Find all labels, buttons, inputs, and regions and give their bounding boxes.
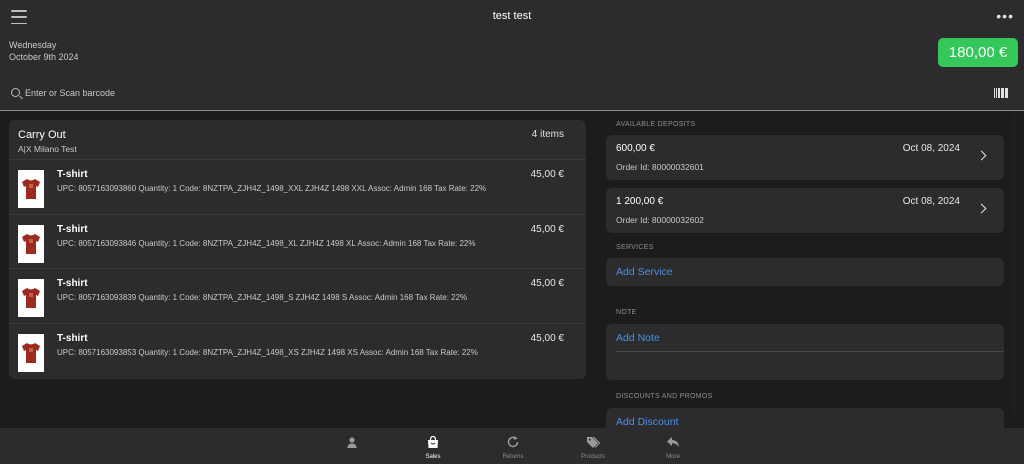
search-bar <box>0 76 1024 111</box>
note-divider <box>616 351 1004 352</box>
tshirt-icon <box>22 342 40 363</box>
cart-store-name: A|X Milano Test <box>18 144 77 154</box>
deposits-label: AVAILABLE DEPOSITS <box>616 121 696 128</box>
deposit-amount: 1 200,00 € <box>616 196 664 207</box>
add-discount-button[interactable]: Add Discount <box>616 416 678 428</box>
cart-header[interactable]: Carry Out A|X Milano Test 4 items <box>9 120 586 160</box>
tshirt-icon <box>22 233 40 254</box>
cart-item[interactable]: T-shirt UPC: 8057163093853 Quantity: 1 C… <box>9 324 586 379</box>
tags-icon <box>587 436 600 448</box>
cart-item[interactable]: T-shirt UPC: 8057163093860 Quantity: 1 C… <box>9 160 586 215</box>
services-label: SERVICES <box>616 244 654 251</box>
tab-more[interactable]: More <box>648 428 698 464</box>
item-name: T-shirt <box>57 223 88 235</box>
date-weekday: Wednesday <box>9 40 57 50</box>
tab-label: Sales <box>425 454 441 460</box>
tab-returns[interactable]: Returns <box>488 428 538 464</box>
deposit-date: Oct 08, 2024 <box>902 196 960 207</box>
tab-products[interactable]: Products <box>568 428 618 464</box>
cart-item-count: 4 items <box>531 129 564 140</box>
search-icon <box>11 88 20 97</box>
item-details: UPC: 8057163093846 Quantity: 1 Code: 8NZ… <box>57 238 476 248</box>
shopping-bag-icon <box>428 435 438 448</box>
customer-icon <box>347 437 357 448</box>
add-service-card[interactable]: Add Service <box>606 258 1004 286</box>
item-name: T-shirt <box>57 332 88 344</box>
bottom-tab-bar: Sales Returns Products More <box>0 428 1024 464</box>
top-bar: test test ••• Wednesday October 9th 2024… <box>0 0 1024 76</box>
total-button[interactable]: 180,00 € <box>938 38 1018 67</box>
product-thumbnail <box>18 170 44 208</box>
note-card[interactable]: Add Note <box>606 324 1004 380</box>
cart-item[interactable]: T-shirt UPC: 8057163093839 Quantity: 1 C… <box>9 269 586 324</box>
refresh-icon <box>507 436 519 448</box>
more-dots-icon[interactable]: ••• <box>996 9 1014 23</box>
tab-customer[interactable] <box>327 428 377 464</box>
item-details: UPC: 8057163093839 Quantity: 1 Code: 8NZ… <box>57 293 468 302</box>
tshirt-icon <box>22 288 40 308</box>
deposit-card[interactable]: 1 200,00 € Oct 08, 2024 Order Id: 800000… <box>606 188 1004 233</box>
item-price: 45,00 € <box>530 223 564 235</box>
item-details: UPC: 8057163093860 Quantity: 1 Code: 8NZ… <box>57 184 487 193</box>
note-label: NOTE <box>616 309 637 316</box>
deposit-card[interactable]: 600,00 € Oct 08, 2024 Order Id: 80000032… <box>606 135 1004 180</box>
deposit-date: Oct 08, 2024 <box>902 143 960 154</box>
item-price: 45,00 € <box>530 169 564 180</box>
tab-sales[interactable]: Sales <box>408 428 458 464</box>
deposit-amount: 600,00 € <box>616 143 655 154</box>
discounts-label: DISCOUNTS AND PROMOS <box>616 393 713 400</box>
barcode-search-input[interactable] <box>25 85 925 101</box>
product-thumbnail <box>18 224 44 263</box>
product-thumbnail <box>18 279 44 317</box>
cart-panel: Carry Out A|X Milano Test 4 items T-shir… <box>9 120 586 379</box>
chevron-right-icon <box>976 150 987 161</box>
product-thumbnail <box>18 333 44 372</box>
chevron-right-icon <box>976 203 987 214</box>
page-title: test test <box>492 10 532 22</box>
deposit-order-id: Order Id: 80000032601 <box>616 162 704 172</box>
tshirt-icon <box>22 179 40 199</box>
reply-icon <box>667 437 679 447</box>
item-name: T-shirt <box>57 169 88 180</box>
item-price: 45,00 € <box>530 278 564 289</box>
item-price: 45,00 € <box>530 332 564 344</box>
tab-label: Returns <box>502 454 524 460</box>
tab-label: More <box>666 454 680 460</box>
add-service-button[interactable]: Add Service <box>616 266 673 278</box>
date-full: October 9th 2024 <box>9 52 79 62</box>
item-details: UPC: 8057163093853 Quantity: 1 Code: 8NZ… <box>57 347 478 357</box>
cart-item[interactable]: T-shirt UPC: 8057163093846 Quantity: 1 C… <box>9 215 586 269</box>
add-note-button[interactable]: Add Note <box>616 332 660 344</box>
tab-label: Products <box>581 454 605 460</box>
current-date: Wednesday October 9th 2024 <box>9 39 79 63</box>
barcode-icon[interactable] <box>994 88 1008 98</box>
deposit-order-id: Order Id: 80000032602 <box>616 215 704 225</box>
cart-title: Carry Out <box>18 129 66 141</box>
scrollbar[interactable] <box>1013 113 1017 415</box>
add-discount-card[interactable]: Add Discount <box>606 408 1004 430</box>
item-name: T-shirt <box>57 278 88 289</box>
